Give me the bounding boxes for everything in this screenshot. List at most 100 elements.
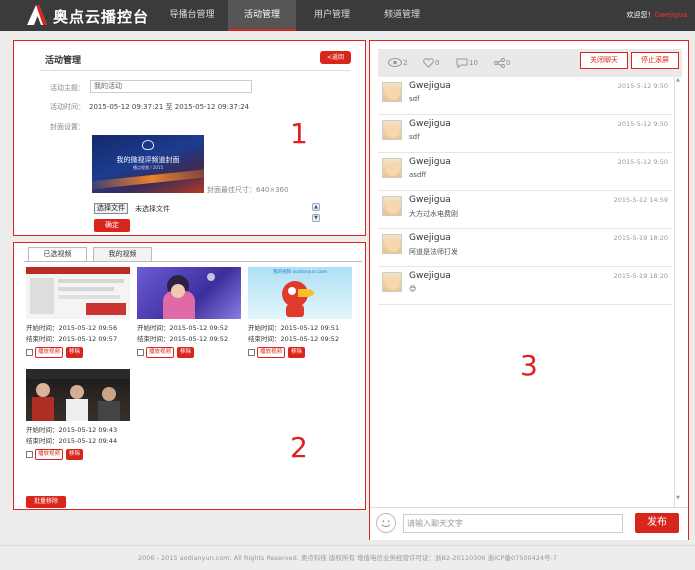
message-author: Gwejigua [409, 119, 451, 129]
video-start-time: 开始时间：2015-05-12 09:43 [26, 426, 118, 434]
scroll-down-icon[interactable]: ▼ [676, 495, 680, 501]
message-text: 阿道是法师打发 [409, 248, 458, 256]
message-text: 😊 [409, 285, 417, 293]
avatar [382, 158, 402, 178]
file-status: 未选择文件 [135, 205, 170, 213]
video-thumbnail[interactable] [137, 267, 241, 319]
video-thumbnail[interactable] [26, 369, 130, 421]
username-link[interactable]: Gwejigua [654, 11, 687, 19]
thumbnail-text: 我的视频 aodianyun.com [272, 270, 328, 275]
nav-item-activity[interactable]: 活动管理 [228, 0, 296, 31]
panel-number: 1 [290, 117, 308, 150]
message-time: 2015-5-12 9:50 [617, 120, 668, 128]
back-button[interactable]: <返回 [320, 51, 351, 64]
panel-number: 3 [520, 349, 538, 382]
play-video-button[interactable]: 播放视频 [35, 449, 64, 460]
chat-message: Gwejigua 2015-5-12 9:50 asdff [378, 153, 672, 191]
activity-title: 活动管理 [45, 56, 82, 66]
video-checkbox[interactable] [26, 349, 33, 356]
message-time: 2015-5-12 9:50 [617, 82, 668, 90]
video-end-time: 结束时间：2015-05-12 09:52 [248, 335, 340, 343]
message-author: Gwejigua [409, 81, 451, 91]
cloud-icon [142, 140, 154, 150]
video-actions: 播放视频 移除 [26, 449, 130, 460]
activity-panel: 活动管理 <返回 活动主题： 我的活动 活动时间： 2015-05-12 09:… [13, 40, 366, 236]
choose-file-button[interactable]: 选择文件 [94, 203, 128, 214]
nav-item-director[interactable]: 导播台管理 [158, 0, 226, 31]
message-time: 2015-5-12 14:59 [613, 196, 668, 204]
tab-my-videos[interactable]: 我的视频 [93, 247, 152, 261]
share-icon [494, 58, 505, 68]
videos-panel: 已选视频 我的视频 开始时间：2015-05-12 09:56 结束时间：201… [13, 242, 366, 510]
avatar [382, 82, 402, 102]
message-time: 2015-5-19 18:20 [613, 272, 668, 280]
shares-stat[interactable]: 0 [494, 58, 510, 68]
video-end-time: 结束时间：2015-05-12 09:44 [26, 437, 118, 445]
stop-scroll-button[interactable]: 停止滚屏 [631, 52, 679, 69]
remove-video-button[interactable]: 移除 [66, 347, 84, 358]
avatar [382, 272, 402, 292]
views-count: 2 [403, 58, 408, 67]
chat-scrollbar[interactable]: ▲ ▼ [674, 77, 681, 543]
video-card: 开始时间：2015-05-12 09:43 结束时间：2015-05-12 09… [26, 369, 130, 460]
message-author: Gwejigua [409, 271, 451, 281]
close-chat-button[interactable]: 关闭聊天 [580, 52, 628, 69]
welcome-text: 欢迎您！Gwejigua [626, 10, 687, 20]
chat-input[interactable]: 请输入聊天文字 [403, 514, 623, 533]
video-actions: 播放视频 移除 [137, 347, 241, 358]
chat-message: Gwejigua 2015-5-12 9:50 sdf [378, 77, 672, 115]
chat-message: Gwejigua 2015-5-12 9:50 sdf [378, 115, 672, 153]
chat-message: Gwejigua 2015-5-19 18:20 阿道是法师打发 [378, 229, 672, 267]
subject-label: 活动主题： [50, 84, 85, 92]
time-value: 2015-05-12 09:37:21 至 2015-05-12 09:37:2… [89, 103, 250, 111]
message-text: sdf [409, 95, 420, 103]
avatar [382, 120, 402, 140]
play-video-button[interactable]: 播放视频 [35, 347, 64, 358]
confirm-button[interactable]: 确定 [94, 219, 130, 232]
cover-title: 我的微视评频道封面 [116, 156, 180, 164]
video-start-time: 开始时间：2015-05-12 09:52 [137, 324, 229, 332]
message-text: sdf [409, 133, 420, 141]
video-thumbnail[interactable]: 我的视频 aodianyun.com [248, 267, 352, 319]
video-card: 我的视频 aodianyun.com 开始时间：2015-05-12 09:51… [248, 267, 352, 358]
message-author: Gwejigua [409, 157, 451, 167]
remove-video-button[interactable]: 移除 [177, 347, 195, 358]
remove-video-button[interactable]: 移除 [66, 449, 84, 460]
logo-text: 奥点云播控台 [53, 8, 150, 26]
play-video-button[interactable]: 播放视频 [146, 347, 175, 358]
emoji-icon[interactable] [376, 513, 396, 533]
panel-number: 2 [290, 431, 308, 464]
chat-message-list: Gwejigua 2015-5-12 9:50 sdf Gwejigua 201… [378, 77, 672, 305]
video-checkbox[interactable] [26, 451, 33, 458]
cover-subtitle: 播点视频 / 2015 [132, 165, 164, 170]
subject-input[interactable]: 我的活动 [90, 80, 252, 93]
scroll-up-icon[interactable]: ▲ [312, 203, 320, 211]
tab-selected-videos[interactable]: 已选视频 [28, 247, 87, 261]
remove-video-button[interactable]: 移除 [288, 347, 306, 358]
welcome-label: 欢迎您！ [626, 11, 655, 19]
scroll-down-icon[interactable]: ▼ [312, 214, 320, 222]
video-start-time: 开始时间：2015-05-12 09:51 [248, 324, 340, 332]
video-thumbnail[interactable] [26, 267, 130, 319]
video-end-time: 结束时间：2015-05-12 09:57 [26, 335, 118, 343]
video-tabs: 已选视频 我的视频 [28, 247, 158, 261]
chat-input-bar: 请输入聊天文字 发布 [370, 507, 688, 540]
batch-remove-button[interactable]: 批量移除 [26, 496, 66, 508]
nav-item-users[interactable]: 用户管理 [298, 0, 366, 31]
divider [40, 70, 350, 71]
likes-stat[interactable]: 0 [423, 58, 439, 68]
message-text: asdff [409, 171, 427, 179]
main-nav: 导播台管理 活动管理 用户管理 频道管理 [158, 0, 438, 31]
eye-icon [388, 58, 402, 67]
video-checkbox[interactable] [137, 349, 144, 356]
send-button[interactable]: 发布 [635, 513, 679, 533]
chat-message: Gwejigua 2015-5-12 14:59 大方过水电费刚 [378, 191, 672, 229]
play-video-button[interactable]: 播放视频 [257, 347, 286, 358]
heart-icon [423, 58, 434, 68]
nav-item-channels[interactable]: 频道管理 [368, 0, 436, 31]
video-actions: 播放视频 移除 [26, 347, 130, 358]
cover-image: 我的微视评频道封面 播点视频 / 2015 [92, 135, 204, 193]
scroll-up-icon[interactable]: ▲ [676, 77, 680, 83]
video-checkbox[interactable] [248, 349, 255, 356]
video-card: 开始时间：2015-05-12 09:56 结束时间：2015-05-12 09… [26, 267, 130, 358]
